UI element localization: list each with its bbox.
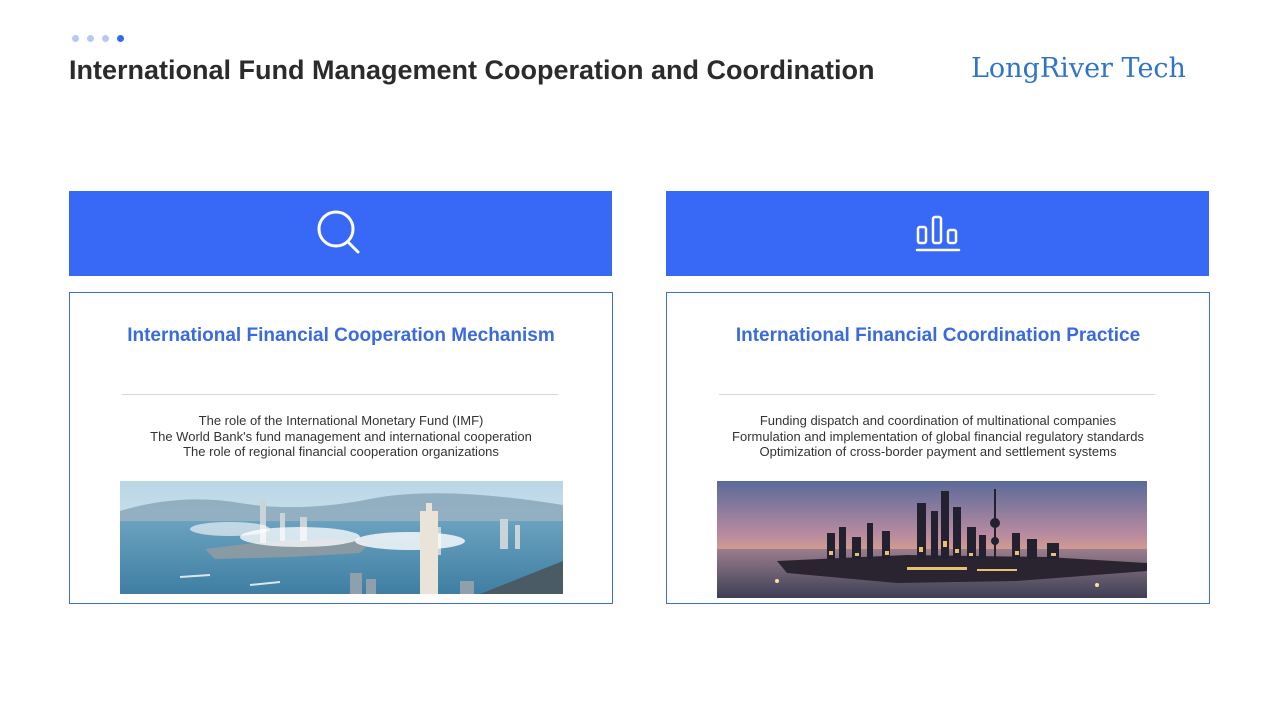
- card-divider: [122, 394, 558, 395]
- card-text: The role of the International Monetary F…: [70, 413, 612, 460]
- card-line: Funding dispatch and coordination of mul…: [759, 413, 1117, 428]
- card-title: International Financial Coordination Pra…: [735, 325, 1141, 346]
- card-line: Optimization of cross-border payment and…: [759, 444, 1117, 459]
- card-line: The role of the International Monetary F…: [198, 413, 484, 428]
- pagination-dot: [102, 35, 109, 42]
- pagination-dot-active: [117, 35, 124, 42]
- bar-chart-icon: [915, 215, 960, 251]
- card-line: Formulation and implementation of global…: [732, 428, 1144, 444]
- page-title: International Fund Management Cooperatio…: [69, 55, 875, 85]
- harbor-city-skyline-photo: [120, 481, 563, 594]
- search-icon: [317, 210, 359, 253]
- pagination-dot: [72, 35, 79, 42]
- card-text: Funding dispatch and coordination of mul…: [667, 413, 1209, 460]
- pagination-dot: [87, 35, 94, 42]
- river-city-sunset-skyline-photo: [717, 481, 1147, 598]
- info-card-coordination: International Financial Coordination Pra…: [666, 292, 1210, 604]
- card-title: International Financial Cooperation Mech…: [127, 325, 555, 346]
- card-divider: [719, 394, 1155, 395]
- card-line: The role of regional financial cooperati…: [183, 444, 499, 459]
- card-banner-left: [69, 191, 612, 276]
- pagination-dots: [72, 35, 124, 42]
- info-card-cooperation: International Financial Cooperation Mech…: [69, 292, 613, 604]
- brand-logo-text: LongRiver Tech: [971, 53, 1186, 84]
- card-banner-right: [666, 191, 1209, 276]
- card-line: The World Bank's fund management and int…: [150, 428, 532, 444]
